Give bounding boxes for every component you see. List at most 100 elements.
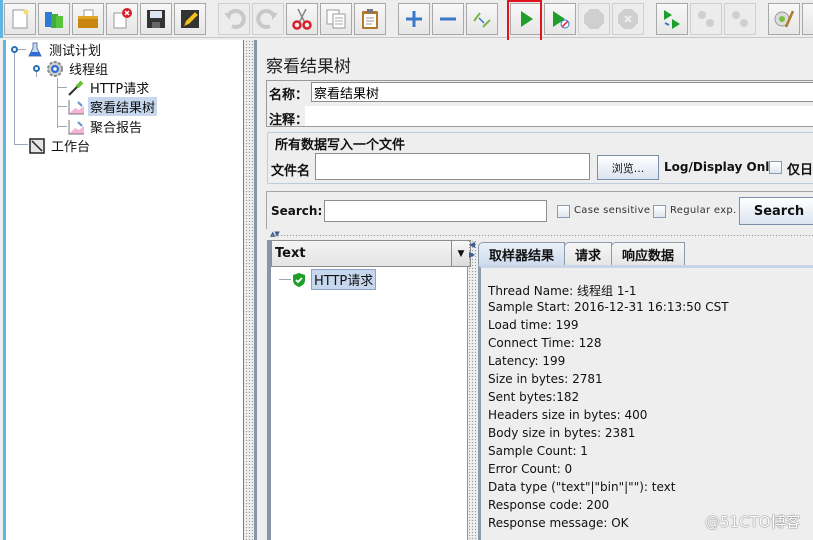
open-button[interactable] [72, 3, 104, 35]
results-tree: Text ▼ HTTP请求 [267, 240, 471, 540]
watermark: @51CTO博客 [705, 513, 801, 531]
tree-item-label: 工作台 [51, 140, 91, 155]
page-title: 察看结果树 [266, 57, 351, 77]
toggle-button[interactable] [466, 3, 498, 35]
clipboard-icon [362, 9, 378, 29]
detail-sent-bytes: Sent bytes:182 [488, 390, 580, 404]
remote-stop-icon [698, 11, 714, 27]
search-button[interactable]: Search [739, 197, 813, 225]
detail-response-code: Response code: 200 [488, 498, 610, 512]
tab-sampler-result[interactable]: 取样器结果 [478, 242, 566, 265]
remote-stop-button[interactable] [690, 3, 722, 35]
tree-item-aggregate-report[interactable]: 聚合报告 [67, 117, 144, 136]
broom-gear-icon [774, 10, 795, 28]
results-splitter[interactable]: ◀ ▶ [468, 240, 478, 540]
comment-input[interactable] [305, 106, 813, 126]
case-sensitive-label: Case sensitive [574, 205, 651, 216]
broom-icon [806, 7, 813, 31]
tree-connector [57, 87, 67, 88]
horizontal-splitter[interactable] [271, 234, 813, 238]
paste-button[interactable] [354, 3, 386, 35]
detail-headers-size: Headers size in bytes: 400 [488, 408, 648, 422]
clear-all-button[interactable] [802, 3, 813, 35]
stop-button[interactable] [578, 3, 610, 35]
tree-item-label: 察看结果树 [88, 97, 158, 116]
save-icon [147, 10, 165, 28]
tab-request[interactable]: 请求 [564, 242, 613, 265]
name-label: 名称： [269, 88, 309, 103]
errors-only-label: 仅日 [787, 163, 813, 178]
tree-connector [57, 126, 67, 127]
write-to-file-title: 所有数据写入一个文件 [272, 134, 409, 153]
scissors-icon [292, 8, 312, 30]
redo-icon [256, 9, 278, 29]
expand-button[interactable] [398, 3, 430, 35]
tree-connector [57, 106, 67, 107]
play-icon [521, 11, 533, 27]
tree-item-thread-group[interactable]: 线程组 [46, 59, 110, 78]
play-no-timer-icon [553, 11, 570, 29]
tree-item-label: 聚合报告 [90, 121, 143, 136]
filename-input[interactable] [315, 153, 590, 180]
search-input[interactable] [324, 200, 547, 222]
copy-icon [326, 9, 346, 29]
sampler-result-detail: Thread Name: 线程组 1-1 Sample Start: 2016-… [478, 265, 813, 540]
workbench-icon [28, 137, 46, 155]
detail-connect-time: Connect Time: 128 [488, 336, 602, 350]
tab-response-data[interactable]: 响应数据 [611, 242, 686, 265]
regular-exp-checkbox[interactable] [653, 205, 666, 218]
detail-sample-start: Sample Start: 2016-12-31 16:13:50 CST [488, 300, 729, 314]
undo-icon [224, 9, 246, 29]
plus-icon [406, 11, 422, 27]
shutdown-button[interactable] [612, 3, 644, 35]
success-shield-icon [291, 272, 307, 288]
sample-result-item[interactable]: HTTP请求 [291, 269, 377, 290]
new-file-icon [12, 9, 29, 29]
sample-label: HTTP请求 [311, 269, 377, 290]
tree-item-view-results-tree[interactable]: 察看结果树 [67, 97, 158, 116]
new-button[interactable] [4, 3, 36, 35]
toggle-icon [473, 12, 491, 28]
copy-button[interactable] [320, 3, 352, 35]
search-label: Search: [271, 204, 323, 218]
chart-icon [67, 118, 85, 136]
gear-icon [46, 60, 64, 78]
save-as-button[interactable] [174, 3, 206, 35]
templates-icon [45, 12, 63, 28]
remote-start-icon [664, 10, 680, 29]
save-button[interactable] [140, 3, 172, 35]
tree-expand-handle[interactable] [33, 65, 40, 72]
case-sensitive-checkbox[interactable] [557, 205, 570, 218]
start-no-pause-button[interactable] [544, 3, 576, 35]
tree-item-http-request[interactable]: HTTP请求 [67, 78, 151, 97]
name-input[interactable] [311, 82, 813, 102]
undo-button[interactable] [218, 3, 250, 35]
redo-button[interactable] [252, 3, 284, 35]
arrow-right-icon[interactable]: ▶ [469, 250, 475, 259]
detail-load-time: Load time: 199 [488, 318, 579, 332]
detail-error-count: Error Count: 0 [488, 462, 573, 476]
tree-expand-handle[interactable] [11, 46, 18, 53]
errors-only-checkbox[interactable] [769, 161, 782, 174]
tree-item-workbench[interactable]: 工作台 [28, 136, 92, 155]
detail-body-size: Body size in bytes: 2381 [488, 426, 636, 440]
remote-shutdown-button[interactable] [724, 3, 756, 35]
collapse-button[interactable] [432, 3, 464, 35]
close-button[interactable] [106, 3, 138, 35]
result-tabs: 取样器结果 请求 响应数据 [478, 242, 686, 266]
browse-button[interactable]: 浏览... [597, 155, 659, 180]
templates-button[interactable] [38, 3, 70, 35]
remote-start-button[interactable] [656, 3, 688, 35]
window-edge [0, 0, 3, 38]
clear-button[interactable] [768, 3, 800, 35]
flask-icon [26, 41, 44, 59]
cut-button[interactable] [286, 3, 318, 35]
comment-label: 注释： [269, 113, 309, 128]
arrow-left-icon[interactable]: ◀ [469, 240, 475, 249]
start-button[interactable] [510, 3, 542, 35]
pipette-icon [67, 79, 85, 97]
minus-icon [440, 17, 456, 21]
detail-size-in-bytes: Size in bytes: 2781 [488, 372, 603, 386]
renderer-select[interactable]: Text ▼ [271, 240, 471, 267]
tree-item-test-plan[interactable]: 测试计划 [26, 40, 103, 59]
